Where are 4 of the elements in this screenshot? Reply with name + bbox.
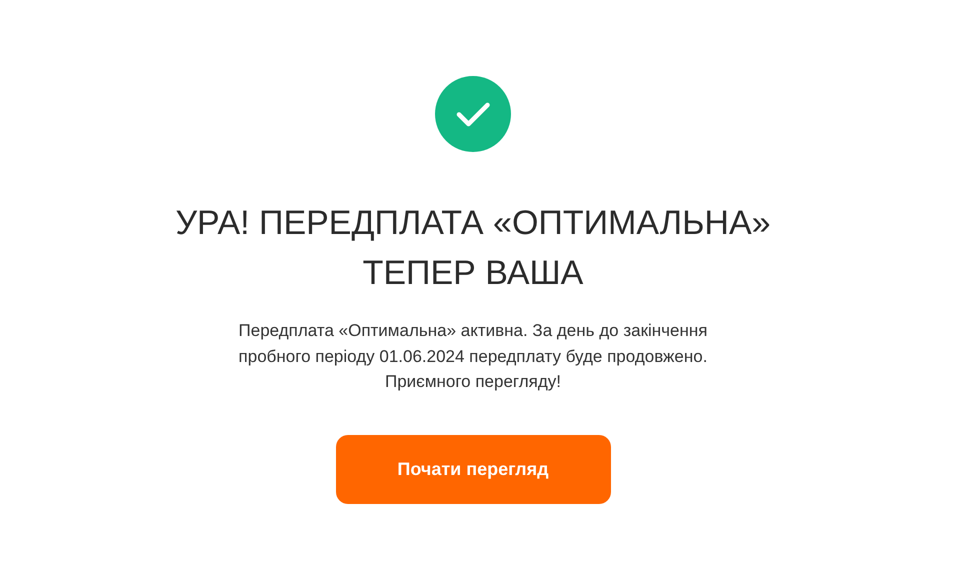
checkmark-icon xyxy=(435,76,511,152)
success-title: УРА! ПЕРЕДПЛАТА «ОПТИМАЛЬНА» ТЕПЕР ВАША xyxy=(175,203,771,294)
start-watching-button[interactable]: Почати перегляд xyxy=(336,434,610,504)
success-message: Передплата «Оптимальна» активна. За день до закінчення пробного періоду 01.06.2024 передплату буде продовжено. Приємного перегляду! xyxy=(238,320,708,393)
